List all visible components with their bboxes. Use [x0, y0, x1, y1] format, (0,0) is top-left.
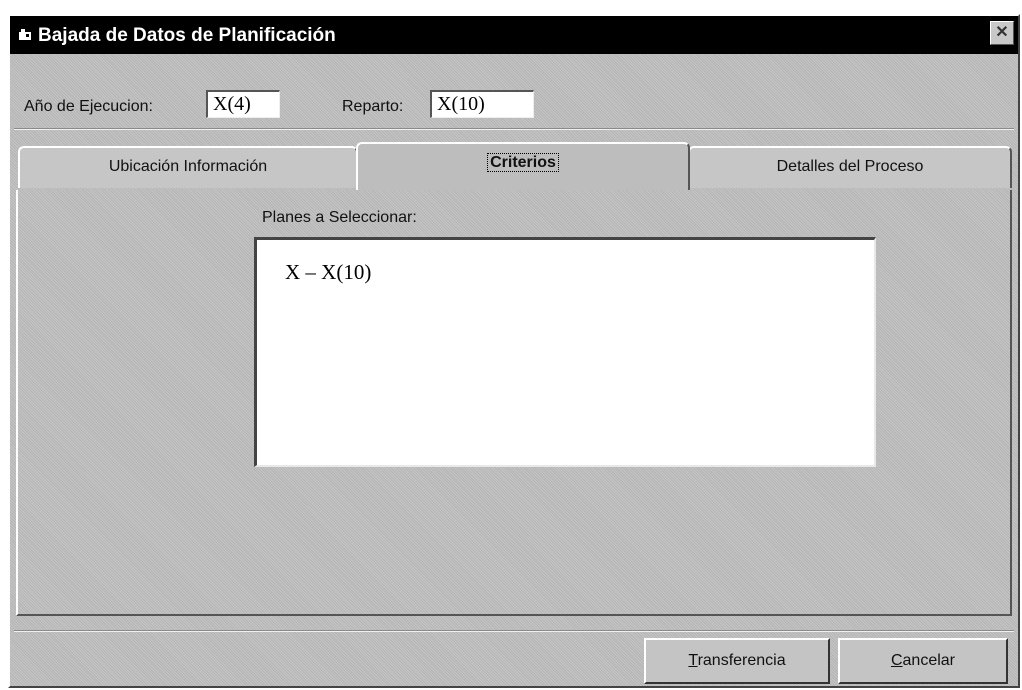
anio-field[interactable] [206, 90, 280, 118]
cancelar-mnemonic: C [890, 652, 903, 669]
planes-listbox[interactable]: X – X(10) [254, 237, 876, 467]
list-item[interactable]: X – X(10) [285, 260, 371, 285]
header-separator [14, 128, 1014, 130]
tab-label: Detalles del Proceso [776, 158, 924, 175]
app-icon [19, 29, 31, 40]
reparto-field[interactable] [430, 90, 534, 118]
transferencia-button[interactable]: Transferencia [644, 638, 830, 684]
cancelar-label: ancelar [902, 652, 956, 669]
tab-label: Ubicación Información [108, 158, 268, 175]
reparto-label: Reparto: [342, 98, 404, 115]
tab-detalles-del-proceso[interactable]: Detalles del Proceso [688, 146, 1012, 188]
transferencia-mnemonic: T [688, 652, 698, 669]
tab-label: Criterios [487, 153, 559, 172]
footer-separator [14, 630, 1014, 632]
title-bar[interactable]: Bajada de Datos de Planificación ✕ [10, 16, 1018, 54]
close-button[interactable]: ✕ [990, 21, 1014, 45]
header-fields: Año de Ejecucion: Reparto: [10, 88, 1018, 122]
planes-label: Planes a Seleccionar: [262, 209, 417, 226]
dialog-window: Bajada de Datos de Planificación ✕ Año d… [8, 14, 1020, 688]
cancelar-button[interactable]: Cancelar [838, 638, 1008, 684]
transferencia-label: ransferencia [697, 652, 786, 669]
window-title: Bajada de Datos de Planificación [38, 25, 336, 46]
tab-criterios[interactable]: Criterios [356, 142, 690, 190]
anio-label: Año de Ejecucion: [24, 98, 153, 115]
tab-ubicacion-informacion[interactable]: Ubicación Información [18, 146, 358, 188]
